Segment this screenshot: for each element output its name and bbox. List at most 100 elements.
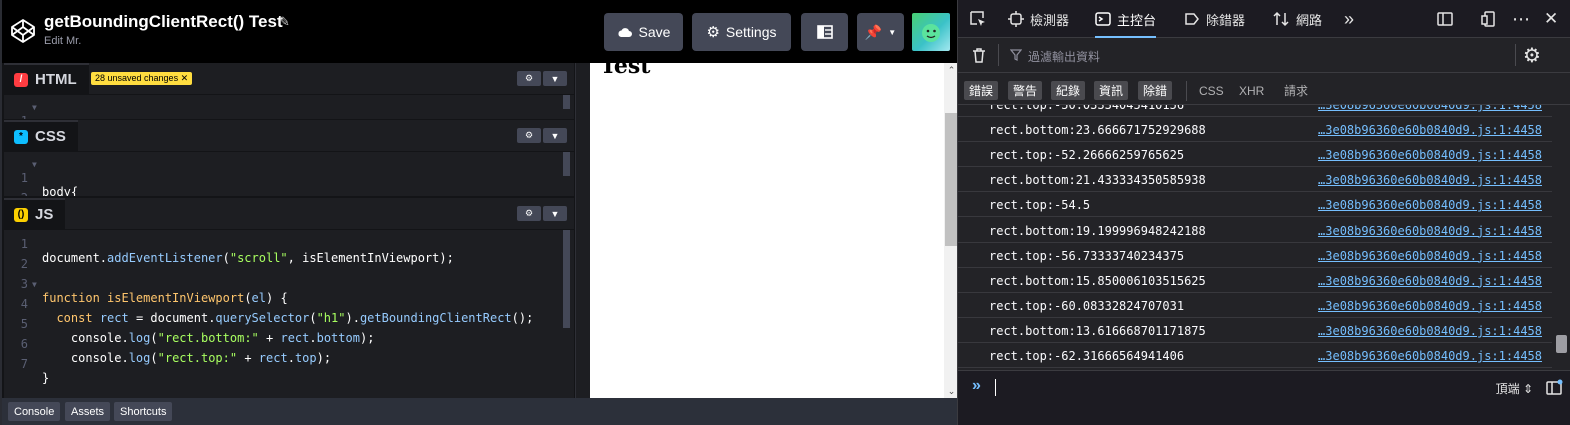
scroll-down-arrow-icon[interactable]: ⌄ xyxy=(946,386,957,396)
filter-input[interactable]: 過濾輸出資料 xyxy=(1028,48,1100,65)
codepen-logo-icon[interactable] xyxy=(9,17,37,45)
gear-icon: ⚙ xyxy=(706,24,720,41)
console-filter-bar: 過濾輸出資料 ⚙ xyxy=(958,38,1570,73)
pen-author[interactable]: Edit Mr. xyxy=(44,35,81,47)
console-button[interactable]: Console xyxy=(8,402,61,421)
tab-inspector[interactable]: 檢測器 xyxy=(1008,0,1069,38)
divider xyxy=(1186,81,1187,101)
log-source-link[interactable]: …3e08b96360e60b0840d9.js:1:4458 xyxy=(1318,105,1542,112)
filter-debug[interactable]: 除錯 xyxy=(1138,81,1173,100)
code-line: 2 height:200vh; xyxy=(4,177,574,196)
save-button[interactable]: Save xyxy=(604,13,683,51)
js-panel-header: () JS ⚙ ▼ xyxy=(4,198,574,229)
fold-arrow-icon[interactable]: ▼ xyxy=(32,280,37,289)
log-source-link[interactable]: …3e08b96360e60b0840d9.js:1:4458 xyxy=(1318,249,1542,263)
element-picker-icon[interactable] xyxy=(969,10,987,28)
filter-info[interactable]: 資訊 xyxy=(1094,81,1129,100)
css-editor-scrollbar[interactable] xyxy=(563,152,570,176)
avatar-face-icon xyxy=(922,24,940,42)
avatar[interactable] xyxy=(912,13,950,51)
scroll-up-arrow-icon[interactable]: ⌃ xyxy=(946,65,957,75)
filter-xhr[interactable]: XHR xyxy=(1239,81,1264,100)
editor-mode-icon[interactable] xyxy=(1545,379,1563,397)
context-selector[interactable]: 頂端 ⇕ xyxy=(1496,380,1533,397)
html-collapse-button[interactable]: ▼ xyxy=(543,71,567,86)
prompt-chevron-icon: » xyxy=(972,377,981,394)
filter-css[interactable]: CSS xyxy=(1199,81,1224,100)
log-source-link[interactable]: …3e08b96360e60b0840d9.js:1:4458 xyxy=(1318,274,1542,288)
js-code-editor[interactable]: 1 document.addEventListener("scroll", is… xyxy=(4,230,574,398)
codepen-footer: Console Assets Shortcuts xyxy=(2,398,959,425)
html-tab[interactable]: / HTML xyxy=(4,63,89,94)
pen-title[interactable]: getBoundingClientRect() Test xyxy=(44,12,283,32)
console-scroll-thumb[interactable] xyxy=(1556,335,1567,353)
pin-button[interactable]: 📌 ▼ xyxy=(857,13,904,51)
tab-debugger[interactable]: 除錯器 xyxy=(1184,0,1245,38)
css-collapse-button[interactable]: ▼ xyxy=(543,128,567,143)
trash-icon[interactable] xyxy=(970,46,988,64)
log-source-link[interactable]: …3e08b96360e60b0840d9.js:1:4458 xyxy=(1318,349,1542,363)
shortcuts-button[interactable]: Shortcuts xyxy=(114,402,173,421)
fold-arrow-icon[interactable]: ▼ xyxy=(32,103,37,112)
js-editor-scrollbar[interactable] xyxy=(563,230,570,328)
log-message: rect.top:-56.73333740234375 xyxy=(989,248,1185,263)
tab-network[interactable]: 網路 xyxy=(1272,0,1322,38)
console-log-row: rect.top:-60.08332824707031 …3e08b96360e6… xyxy=(958,293,1552,318)
log-source-link[interactable]: …3e08b96360e60b0840d9.js:1:4458 xyxy=(1318,123,1542,137)
console-scrollbar[interactable] xyxy=(1552,105,1570,370)
console-log-row: rect.top:-50.03334045410156 …3e08b96360e6… xyxy=(958,105,1552,117)
code-line: 5 console.log("rect.bottom:" + rect.bott… xyxy=(20,317,375,345)
js-settings-button[interactable]: ⚙ xyxy=(517,206,541,221)
js-collapse-button[interactable]: ▼ xyxy=(543,206,567,221)
more-options-icon[interactable]: ⋯ xyxy=(1512,0,1530,38)
console-input[interactable]: » 頂端 ⇕ xyxy=(958,370,1570,405)
filter-requests[interactable]: 請求 xyxy=(1284,81,1308,100)
unsaved-changes-badge[interactable]: 28 unsaved changes ✕ xyxy=(91,72,193,85)
edit-title-pencil-icon[interactable]: ✎ xyxy=(279,14,290,30)
html-editor-scrollbar[interactable] xyxy=(563,95,570,109)
tab-console[interactable]: 主控台 xyxy=(1095,0,1157,38)
code-line: 6 console.log("rect.top:" + rect.top); xyxy=(20,337,332,365)
codepen-header: getBoundingClientRect() Test ✎ Edit Mr. … xyxy=(2,0,957,63)
css-panel-label: CSS xyxy=(35,128,66,145)
dock-side-icon[interactable] xyxy=(1436,10,1454,28)
assets-button[interactable]: Assets xyxy=(65,402,111,421)
log-message: rect.top:-62.31666564941406 xyxy=(989,349,1185,363)
log-source-link[interactable]: …3e08b96360e60b0840d9.js:1:4458 xyxy=(1318,173,1542,187)
console-settings-gear-icon[interactable]: ⚙ xyxy=(1523,43,1541,68)
css-code-editor[interactable]: 1▼ body{ 2 height:200vh; xyxy=(4,152,574,196)
tab-label: 除錯器 xyxy=(1206,12,1246,28)
log-level-filters: 錯誤 警告 紀錄 資訊 除錯 CSS XHR 請求 xyxy=(958,73,1570,105)
html-code-editor[interactable]: 1▼ <h1>getBoundingClientRect() Test</h1> xyxy=(4,95,574,119)
log-message: rect.top:-52.26666259765625 xyxy=(989,148,1185,163)
css-tab[interactable]: * CSS xyxy=(4,120,78,151)
settings-label: Settings xyxy=(725,24,777,40)
js-tab[interactable]: () JS xyxy=(4,198,66,229)
html-settings-button[interactable]: ⚙ xyxy=(517,71,541,86)
log-message: rect.top:-60.08332824707031 xyxy=(989,298,1185,313)
filter-warnings[interactable]: 警告 xyxy=(1008,81,1043,100)
log-message: rect.bottom:13.616668701171875 xyxy=(989,323,1206,338)
close-icon[interactable]: ✕ xyxy=(1544,0,1558,38)
codepen-editor: getBoundingClientRect() Test ✎ Edit Mr. … xyxy=(0,0,959,425)
css-settings-button[interactable]: ⚙ xyxy=(517,128,541,143)
log-source-link[interactable]: …3e08b96360e60b0840d9.js:1:4458 xyxy=(1318,198,1542,212)
html-panel-label: HTML xyxy=(35,71,77,88)
unsaved-changes-text: 28 unsaved changes ✕ xyxy=(95,73,189,83)
more-tabs-chevron-icon[interactable]: » xyxy=(1344,0,1354,38)
filter-logs[interactable]: 紀錄 xyxy=(1051,81,1086,100)
fold-arrow-icon[interactable]: ▼ xyxy=(32,160,37,169)
log-source-link[interactable]: …3e08b96360e60b0840d9.js:1:4458 xyxy=(1318,148,1542,162)
responsive-design-icon[interactable] xyxy=(1480,10,1498,28)
resize-divider[interactable] xyxy=(575,63,590,398)
filter-errors[interactable]: 錯誤 xyxy=(964,81,999,100)
change-view-button[interactable] xyxy=(801,13,848,51)
settings-button[interactable]: ⚙ Settings xyxy=(692,13,791,51)
console-log-row: rect.top:-54.5 …3e08b96360e60b0840d9.js:1… xyxy=(958,192,1552,218)
log-message: rect.bottom:15.850006103515625 xyxy=(989,273,1206,288)
cloud-icon xyxy=(617,27,632,37)
result-preview[interactable]: Test ⌃ ⌄ xyxy=(590,53,959,398)
log-source-link[interactable]: …3e08b96360e60b0840d9.js:1:4458 xyxy=(1318,224,1542,238)
log-source-link[interactable]: …3e08b96360e60b0840d9.js:1:4458 xyxy=(1318,299,1542,313)
log-source-link[interactable]: …3e08b96360e60b0840d9.js:1:4458 xyxy=(1318,324,1542,338)
